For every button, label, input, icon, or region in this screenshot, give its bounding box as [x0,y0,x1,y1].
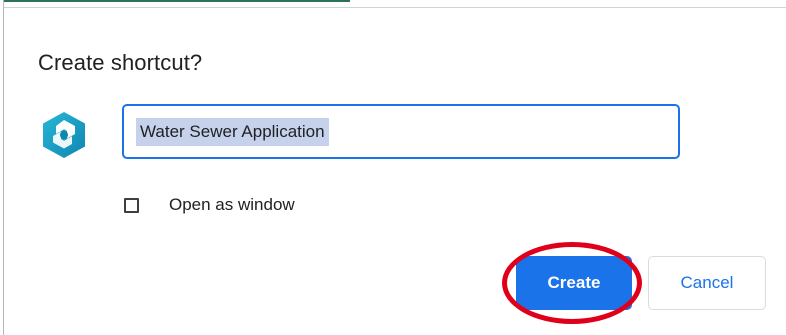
hexagon-logo-icon [43,112,85,158]
shortcut-name-input[interactable]: Water Sewer Application [122,104,680,159]
background-window-accent [0,0,350,2]
cancel-button[interactable]: Cancel [648,256,766,310]
open-as-window-label: Open as window [169,195,295,214]
open-as-window-option[interactable]: Open as window [124,195,295,215]
shortcut-name-value: Water Sewer Application [136,117,329,146]
background-window-top-edge [0,0,786,8]
create-button[interactable]: Create [516,256,632,310]
dialog-title: Create shortcut? [38,50,203,75]
screenshot-page: Create shortcut? Water Sewer Application [0,0,786,335]
app-icon [41,111,87,159]
create-shortcut-dialog: Create shortcut? Water Sewer Application [4,8,786,335]
open-as-window-checkbox[interactable] [124,197,139,213]
